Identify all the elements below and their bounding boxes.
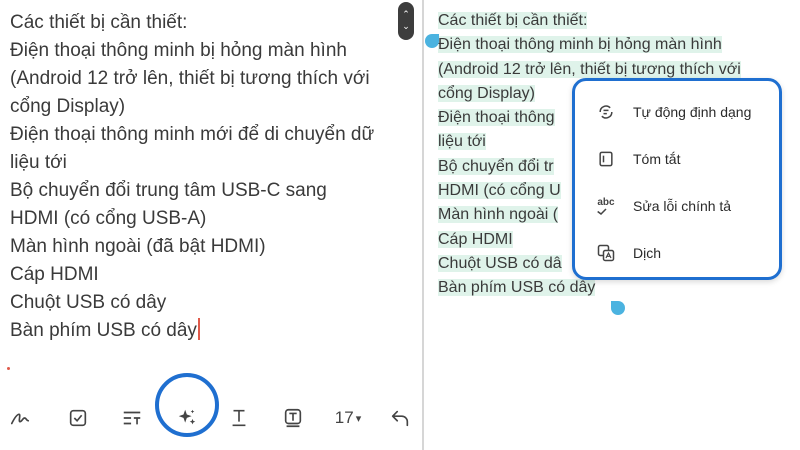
note-line: liệu tới <box>10 152 67 173</box>
menu-item-label: Tóm tắt <box>633 151 681 167</box>
undo-button[interactable] <box>382 400 418 436</box>
pen-tool-button[interactable] <box>2 400 38 436</box>
menu-item-translate[interactable]: Dịch <box>595 238 661 268</box>
selected-line-text: (Android 12 trở lên, thiết bị tương thíc… <box>438 60 741 78</box>
ai-context-menu: Tự động định dạng Tóm tắt abc Sửa lỗi ch… <box>572 78 782 280</box>
scroll-up-icon: ⌃ <box>402 9 410 19</box>
menu-item-spell-check[interactable]: abc Sửa lỗi chính tả <box>595 191 731 221</box>
chevron-down-icon: ▾ <box>355 412 362 425</box>
font-size-value: 17 <box>334 408 354 427</box>
selected-line-text: Chuột USB có dâ <box>438 254 562 272</box>
selected-line-text: HDMI (có cổng U <box>438 182 561 200</box>
auto-format-icon <box>595 101 617 123</box>
pen-icon <box>10 413 30 425</box>
selected-line-text: liệu tới <box>438 133 486 151</box>
selected-line-text: Điện thoại thông <box>438 109 555 127</box>
note-line: (Android 12 trở lên, thiết bị tương thíc… <box>10 68 370 89</box>
text-underline-icon <box>232 409 246 427</box>
menu-item-auto-format[interactable]: Tự động định dạng <box>595 97 751 127</box>
scroll-handle[interactable]: ⌃ ⌄ <box>398 2 414 40</box>
menu-item-summarize[interactable]: Tóm tắt <box>595 144 680 174</box>
note-line-last: Bàn phím USB có dây <box>10 317 374 345</box>
selected-line-text: Màn hình ngoài ( <box>438 206 559 224</box>
undo-icon <box>391 410 409 427</box>
highlight-circle <box>155 373 219 437</box>
menu-item-label: Sửa lỗi chính tả <box>633 198 732 214</box>
text-cursor <box>197 318 200 340</box>
spell-check-icon-text: abc <box>597 196 615 208</box>
note-line: Bộ chuyển đổi trung tâm USB-C sang <box>10 180 327 201</box>
translate-icon <box>595 242 617 264</box>
marker-dot <box>7 367 10 370</box>
note-text-area[interactable]: Các thiết bị cần thiết: Điện thoại thông… <box>10 9 374 345</box>
note-line: HDMI (có cổng USB-A) <box>10 208 207 229</box>
selected-line-text: Điện thoại thông minh bị hỏng màn hình <box>438 36 722 54</box>
note-line: Cáp HDMI <box>10 264 99 285</box>
selection-start-handle[interactable] <box>425 34 439 48</box>
spell-check-icon: abc <box>595 195 617 217</box>
scroll-down-icon: ⌄ <box>402 21 410 31</box>
selected-line: Các thiết bị cần thiết: <box>438 9 741 33</box>
selected-line: Điện thoại thông minh bị hỏng màn hình <box>438 33 741 57</box>
note-line: Màn hình ngoài (đã bật HDMI) <box>10 236 266 257</box>
text-box-button[interactable] <box>275 400 311 436</box>
checkbox-icon <box>69 409 87 427</box>
note-line-text: Bàn phím USB có dây <box>10 320 197 341</box>
text-format-button[interactable] <box>221 400 257 436</box>
menu-item-label: Dịch <box>633 245 662 261</box>
note-line: Chuột USB có dây <box>10 292 167 313</box>
selected-line-text: cổng Display) <box>438 84 535 102</box>
selected-line-text: Bộ chuyển đổi tr <box>438 157 554 175</box>
selected-line-text: Bàn phím USB có dây <box>438 279 596 297</box>
selected-line-text: Các thiết bị cần thiết: <box>438 12 588 29</box>
summarize-icon <box>595 148 617 170</box>
note-line: Điện thoại thông minh mới để di chuyển d… <box>10 124 375 145</box>
selected-line-text: Cáp HDMI <box>438 230 513 248</box>
text-style-button[interactable] <box>114 400 150 436</box>
note-line: cổng Display) <box>10 96 126 117</box>
note-editor-pane: Các thiết bị cần thiết: Điện thoại thông… <box>0 0 422 450</box>
note-line: Các thiết bị cần thiết: <box>10 12 188 33</box>
font-size-selector[interactable]: 17 ▾ <box>326 400 370 436</box>
checkbox-button[interactable] <box>60 400 96 436</box>
note-line: Điện thoại thông minh bị hỏng màn hình <box>10 40 347 61</box>
menu-item-label: Tự động định dạng <box>633 104 752 120</box>
text-style-icon <box>123 411 141 425</box>
selection-end-handle[interactable] <box>611 301 625 315</box>
text-box-icon <box>284 408 302 428</box>
